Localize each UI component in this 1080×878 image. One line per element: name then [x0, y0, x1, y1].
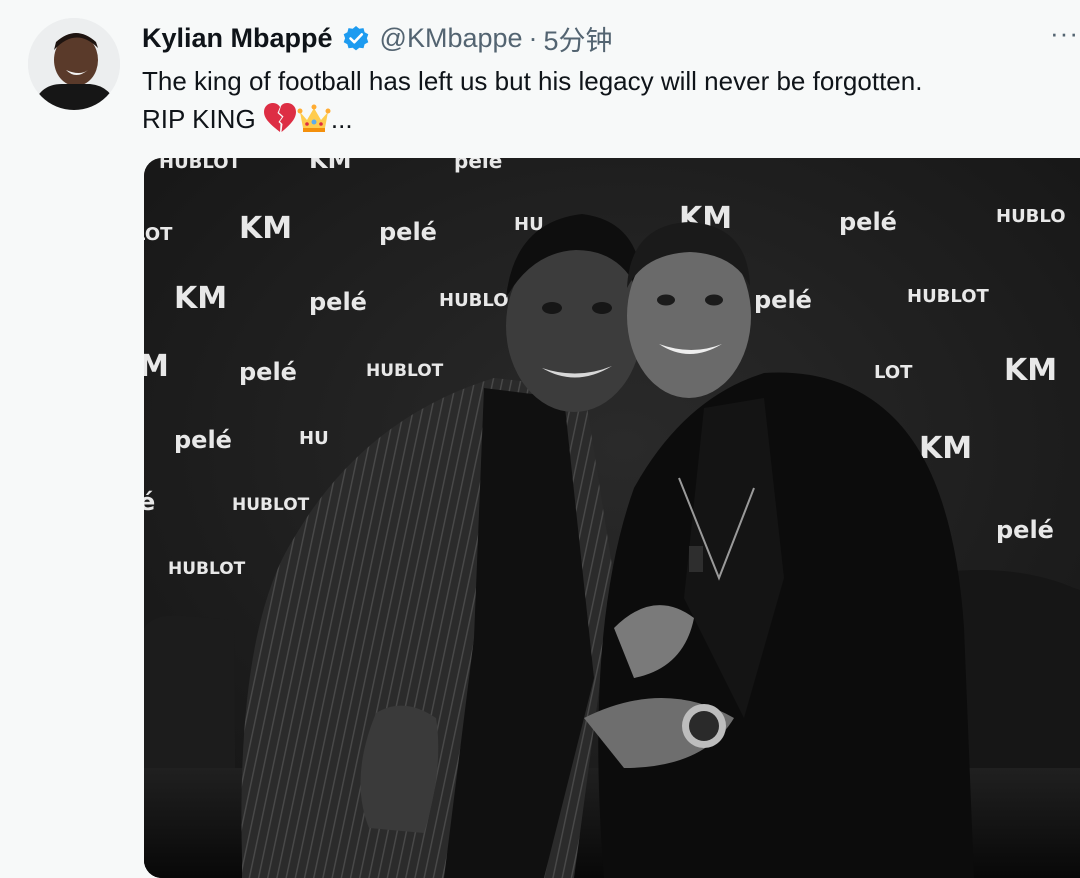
- verified-badge-icon: [341, 23, 371, 53]
- tweet-text-rip: RIP KING: [142, 104, 256, 134]
- tweet-header: Kylian Mbappé @KMbappe · 5分钟: [142, 18, 613, 58]
- svg-text:HUBLO: HUBLO: [996, 206, 1066, 227]
- svg-text:pelé: pelé: [379, 218, 437, 246]
- author-display-name[interactable]: Kylian Mbappé: [142, 23, 333, 54]
- svg-text:HU: HU: [299, 428, 329, 449]
- tweet-photo[interactable]: HUBLOT KM pelé LOT KM pelé HU KM pelé HU…: [144, 158, 1080, 878]
- author-avatar[interactable]: [28, 18, 120, 110]
- tweet-text-line-2: RIP KING ...: [142, 100, 922, 138]
- svg-text:pelé: pelé: [839, 208, 897, 236]
- svg-text:HUBLOT: HUBLOT: [168, 559, 246, 579]
- svg-text:HUBLOT: HUBLOT: [232, 495, 310, 515]
- svg-text:pelé: pelé: [996, 516, 1054, 544]
- svg-text:pelé: pelé: [239, 358, 297, 386]
- svg-text:é: é: [144, 488, 155, 516]
- separator-dot: ·: [528, 22, 538, 53]
- svg-text:LOT: LOT: [144, 224, 173, 245]
- author-handle[interactable]: @KMbappe: [380, 23, 523, 54]
- svg-text:M: M: [144, 349, 169, 384]
- tweet[interactable]: Kylian Mbappé @KMbappe · 5分钟 ··· The kin…: [0, 0, 1080, 878]
- broken-heart-icon: [263, 102, 297, 134]
- svg-text:KM: KM: [309, 158, 351, 174]
- svg-text:LOT: LOT: [874, 362, 913, 383]
- svg-text:pelé: pelé: [174, 426, 232, 454]
- tweet-text-line-1: The king of football has left us but his…: [142, 66, 923, 96]
- svg-text:pelé: pelé: [309, 288, 367, 316]
- tweet-timestamp[interactable]: 5分钟: [544, 19, 613, 58]
- svg-text:KM: KM: [919, 431, 972, 466]
- svg-text:HUBLOT: HUBLOT: [907, 286, 990, 307]
- svg-text:HUBLOT: HUBLOT: [366, 361, 444, 381]
- tweet-text: The king of football has left us but his…: [142, 62, 922, 138]
- crown-icon: [297, 102, 331, 134]
- photo-image: HUBLOT KM pelé LOT KM pelé HU KM pelé HU…: [144, 158, 1080, 878]
- svg-text:pelé: pelé: [754, 286, 812, 314]
- svg-text:HUBLOT: HUBLOT: [159, 158, 242, 173]
- avatar-image: [28, 18, 120, 110]
- svg-text:KM: KM: [1004, 353, 1057, 388]
- more-options-icon[interactable]: ···: [1050, 18, 1080, 58]
- svg-text:KM: KM: [174, 281, 227, 316]
- svg-text:KM: KM: [239, 211, 292, 246]
- tweet-text-ellipsis: ...: [330, 104, 353, 134]
- svg-text:pelé: pelé: [454, 158, 502, 173]
- svg-text:HUBLO: HUBLO: [439, 290, 509, 311]
